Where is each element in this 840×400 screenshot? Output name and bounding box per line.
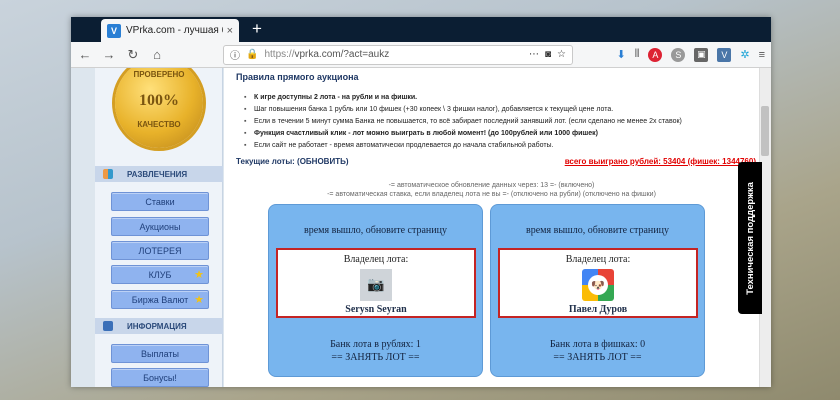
adblock-icon[interactable]: A	[648, 47, 663, 62]
rules-list: К игре доступны 2 лота - на рубли и на ф…	[244, 92, 682, 152]
info-square-icon	[103, 321, 113, 331]
forward-arrow-icon[interactable]: →	[101, 47, 117, 62]
reload-icon[interactable]: ↻	[125, 47, 141, 63]
total-won-link[interactable]: всего выиграно рублей: 53404 (фишек: 134…	[565, 157, 756, 166]
page-content: ПРОВЕРЕНО 100% КАЧЕСТВО РАЗВЛЕЧЕНИЯ Став…	[71, 68, 771, 387]
address-bar[interactable]: ⓘ 🔒 https://vprka.com/?act=aukz ⋯ ◙ ☆	[223, 44, 573, 65]
new-tab-button[interactable]: +	[252, 20, 262, 38]
tab-close-icon[interactable]: ×	[227, 25, 233, 37]
browser-tab[interactable]: V VPrka.com - лучшая биржа сб ×	[101, 19, 239, 42]
extension-shield-icon[interactable]: ▣	[694, 47, 709, 62]
owner-label: Владелец лота:	[565, 254, 631, 265]
toolbar-icons: ⬇ ⫴ A S ▣ V ✲ ≡	[617, 47, 765, 62]
sidebar-item-lottery[interactable]: ЛОТЕРЕЯ	[111, 241, 209, 260]
lot-bank: Банк лота в рублях: 1	[330, 339, 421, 350]
auto-info: -= автоматическое обновление данных чере…	[224, 181, 759, 199]
camera-placeholder-icon: 📷	[360, 269, 392, 301]
nav-toolbar: ← → ↻ ⌂ ⓘ 🔒 https://vprka.com/?act=aukz …	[71, 42, 771, 68]
rule-item: Если в течении 5 минут сумма Банка не по…	[244, 116, 682, 128]
pocket-icon[interactable]: ◙	[545, 49, 551, 60]
vk-extension-icon[interactable]: V	[717, 47, 732, 62]
seal-top-text: ПРОВЕРЕНО	[133, 70, 185, 79]
browser-window: V VPrka.com - лучшая биржа сб × + ← → ↻ …	[71, 17, 771, 387]
lots-bar: Текущие лоты: (ОБНОВИТЬ) всего выиграно …	[236, 157, 756, 169]
rule-item: К игре доступны 2 лота - на рубли и на ф…	[244, 92, 682, 104]
owner-name[interactable]: Павел Дуров	[500, 304, 696, 315]
star-icon: ★	[194, 269, 204, 281]
sidebar-item-auctions[interactable]: Аукционы	[111, 217, 209, 236]
rules-title: Правила прямого аукциона	[236, 72, 359, 82]
lot-bank: Банк лота в фишках: 0	[549, 339, 646, 350]
info-icon[interactable]: ⓘ	[230, 47, 240, 62]
section-entertainment: РАЗВЛЕЧЕНИЯ	[95, 166, 223, 182]
tab-bar: V VPrka.com - лучшая биржа сб × +	[71, 17, 771, 42]
library-icon[interactable]: ⫴	[635, 48, 640, 61]
sidebar-item-currency-exchange[interactable]: Биржа Валют ★	[111, 290, 209, 309]
tab-title: VPrka.com - лучшая биржа сб	[126, 25, 223, 36]
auto-bid-status: -= автоматическая ставка, если владелец …	[327, 191, 656, 198]
rule-item: Шаг повышения банка 1 рубль или 10 фишек…	[244, 104, 682, 116]
owner-avatar-icon: 🐶	[582, 269, 614, 301]
extension-s-icon[interactable]: S	[671, 47, 686, 62]
auto-update-status: -= автоматическое обновление данных чере…	[388, 182, 595, 189]
url-text: https://vprka.com/?act=aukz	[264, 49, 390, 60]
lock-icon: 🔒	[246, 49, 259, 60]
home-icon[interactable]: ⌂	[149, 47, 165, 62]
tech-support-tab[interactable]: Техническая поддержка	[738, 162, 762, 314]
page-actions-icon[interactable]: ⋯	[529, 49, 539, 60]
sidebar-item-payouts[interactable]: Выплаты	[111, 344, 209, 363]
sidebar-item-bets[interactable]: Ставки	[111, 192, 209, 211]
seal-percent: 100%	[139, 92, 179, 109]
star-icon: ★	[194, 294, 204, 306]
download-icon[interactable]: ⬇	[617, 48, 626, 61]
lot-owner-box: Владелец лота: 📷 Serysn Seyran	[276, 248, 476, 318]
react-extension-icon[interactable]: ✲	[740, 48, 749, 61]
sidebar-item-bonuses[interactable]: Бонусы!	[111, 368, 209, 387]
lot-card-rubles: время вышло, обновите страницу Владелец …	[268, 204, 483, 377]
lot-status[interactable]: время вышло, обновите страницу	[491, 225, 704, 236]
take-lot-button[interactable]: == ЗАНЯТЬ ЛОТ ==	[269, 352, 482, 363]
section-info: ИНФОРМАЦИЯ	[95, 318, 223, 334]
sidebar: ПРОВЕРЕНО 100% КАЧЕСТВО РАЗВЛЕЧЕНИЯ Став…	[95, 68, 223, 387]
main-panel: Правила прямого аукциона К игре доступны…	[224, 68, 759, 387]
scrollbar-thumb[interactable]	[761, 106, 769, 156]
sidebar-item-club[interactable]: КЛУБ ★	[111, 265, 209, 284]
lot-status[interactable]: время вышло, обновите страницу	[269, 225, 482, 236]
take-lot-button[interactable]: == ЗАНЯТЬ ЛОТ ==	[491, 352, 704, 363]
site-favicon-icon: V	[107, 23, 121, 38]
owner-label: Владелец лота:	[343, 254, 409, 265]
menu-hamburger-icon[interactable]: ≡	[759, 49, 765, 61]
seal-bottom-text: КАЧЕСТВО	[137, 120, 181, 129]
back-arrow-icon[interactable]: ←	[77, 47, 93, 62]
rule-item: Функция счастливый клик - лот можно выиг…	[244, 128, 682, 140]
quality-seal: ПРОВЕРЕНО 100% КАЧЕСТВО	[115, 68, 203, 148]
bookmark-star-icon[interactable]: ☆	[557, 49, 566, 60]
games-icon	[103, 169, 113, 179]
lot-card-chips: время вышло, обновите страницу Владелец …	[490, 204, 705, 377]
owner-name[interactable]: Serysn Seyran	[278, 304, 474, 315]
current-lots-refresh-link[interactable]: Текущие лоты: (ОБНОВИТЬ)	[236, 157, 349, 166]
lot-owner-box: Владелец лота: 🐶 Павел Дуров	[498, 248, 698, 318]
rule-item: Если сайт не работает - время автоматиче…	[244, 140, 682, 152]
